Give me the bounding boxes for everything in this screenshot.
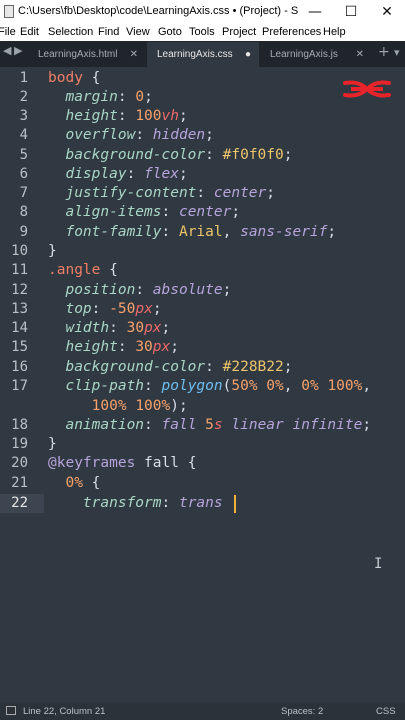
indentation-setting[interactable]: Spaces: 2 [281, 706, 323, 717]
code-line-17-wrap: 100% 100%); [91, 398, 188, 414]
new-tab-icon[interactable]: + [378, 44, 390, 60]
tab-label: LearningAxis.css [157, 49, 233, 60]
current-line-number: 22 [11, 495, 28, 511]
line-number: 19 [11, 436, 28, 452]
line-number: 7 [19, 185, 28, 201]
menu-bar: File Edit Selection Find View Goto Tools… [0, 24, 405, 42]
tab-learningaxis-js[interactable]: LearningAxis.js ✕ [260, 42, 372, 67]
unsaved-dot-icon[interactable]: ● [245, 42, 251, 67]
line-number: 4 [19, 127, 28, 143]
code-line-21: 0% { [65, 475, 101, 491]
menu-help[interactable]: Help [323, 26, 346, 38]
code-line-17: clip-path: polygon(50% 0%, 0% 100%, [65, 378, 372, 394]
code-line-14: width: 30px; [65, 320, 171, 336]
line-number: 12 [11, 282, 28, 298]
line-number: 10 [11, 243, 28, 259]
app-icon [4, 5, 14, 18]
line-number: 6 [19, 166, 28, 182]
tab-close-icon[interactable]: ✕ [130, 42, 138, 67]
code-line-12: position: absolute; [65, 282, 232, 298]
menu-project[interactable]: Project [222, 26, 256, 38]
tab-learningaxis-css[interactable]: LearningAxis.css ● [147, 42, 259, 67]
line-number: 11 [11, 262, 28, 278]
panel-toggle-icon[interactable] [6, 706, 16, 715]
code-line-16: background-color: #228B22; [65, 359, 293, 375]
menu-view[interactable]: View [126, 26, 150, 38]
line-number: 8 [19, 204, 28, 220]
minimize-button[interactable]: — [297, 0, 333, 24]
menu-preferences[interactable]: Preferences [262, 26, 321, 38]
cursor-position: Line 22, Column 21 [23, 706, 106, 717]
line-number: 14 [11, 320, 28, 336]
code-line-6: display: flex; [65, 166, 188, 182]
close-button[interactable]: ✕ [369, 0, 405, 24]
code-line-18: animation: fall 5s linear infinite; [65, 417, 372, 433]
code-line-15: height: 30px; [65, 339, 179, 355]
line-number: 1 [19, 70, 28, 86]
line-number: 9 [19, 224, 28, 240]
menu-goto[interactable]: Goto [158, 26, 182, 38]
line-number: 15 [11, 339, 28, 355]
code-line-2: margin: 0; [65, 89, 153, 105]
line-number: 18 [11, 417, 28, 433]
code-line-5: background-color: #f0f0f0; [65, 147, 293, 163]
tab-bar: ◀ ▶ LearningAxis.html ✕ LearningAxis.css… [0, 41, 405, 67]
menu-selection[interactable]: Selection [48, 26, 93, 38]
channel-logo-icon [343, 80, 391, 98]
line-number: 13 [11, 301, 28, 317]
line-number: 16 [11, 359, 28, 375]
code-line-19: } [48, 436, 57, 452]
title-bar: C:\Users\fb\Desktop\code\LearningAxis.cs… [0, 0, 405, 24]
line-number: 3 [19, 108, 28, 124]
menu-find[interactable]: Find [98, 26, 119, 38]
menu-file[interactable]: File [0, 26, 16, 38]
code-line-1: body { [48, 70, 101, 86]
tab-forward-arrow-icon[interactable]: ▶ [14, 44, 22, 57]
maximize-button[interactable]: ☐ [333, 0, 369, 24]
text-cursor [234, 495, 236, 513]
menu-edit[interactable]: Edit [20, 26, 39, 38]
code-line-10: } [48, 243, 57, 259]
line-number-gutter: 1 2 3 4 5 6 7 8 9 10 11 12 13 14 15 16 1… [0, 67, 44, 697]
line-number: 5 [19, 147, 28, 163]
line-number: 2 [19, 89, 28, 105]
line-number: 21 [11, 475, 28, 491]
tab-label: LearningAxis.js [270, 49, 338, 60]
code-line-13: top: -50px; [65, 301, 162, 317]
code-line-20: @keyframes fall { [48, 455, 197, 471]
tab-label: LearningAxis.html [38, 49, 118, 60]
code-line-11: .angle { [48, 262, 118, 278]
code-line-3: height: 100vh; [65, 108, 188, 124]
line-number: 17 [11, 378, 28, 394]
code-line-8: align-items: center; [65, 204, 241, 220]
code-line-9: font-family: Arial, sans-serif; [65, 224, 337, 240]
line-number: 20 [11, 455, 28, 471]
code-line-4: overflow: hidden; [65, 127, 214, 143]
tab-learningaxis-html[interactable]: LearningAxis.html ✕ [28, 42, 146, 67]
tab-close-icon[interactable]: ✕ [356, 42, 364, 67]
tab-back-arrow-icon[interactable]: ◀ [3, 44, 11, 57]
syntax-selector[interactable]: CSS [376, 706, 396, 717]
code-line-22: transform: trans [82, 495, 223, 511]
window-title: C:\Users\fb\Desktop\code\LearningAxis.cs… [18, 5, 298, 17]
mouse-ibeam-icon: I [374, 556, 383, 572]
status-bar: Line 22, Column 21 Spaces: 2 CSS [0, 702, 405, 720]
code-line-7: justify-content: center; [65, 185, 276, 201]
tab-list-icon[interactable]: ▾ [394, 46, 400, 59]
menu-tools[interactable]: Tools [189, 26, 215, 38]
